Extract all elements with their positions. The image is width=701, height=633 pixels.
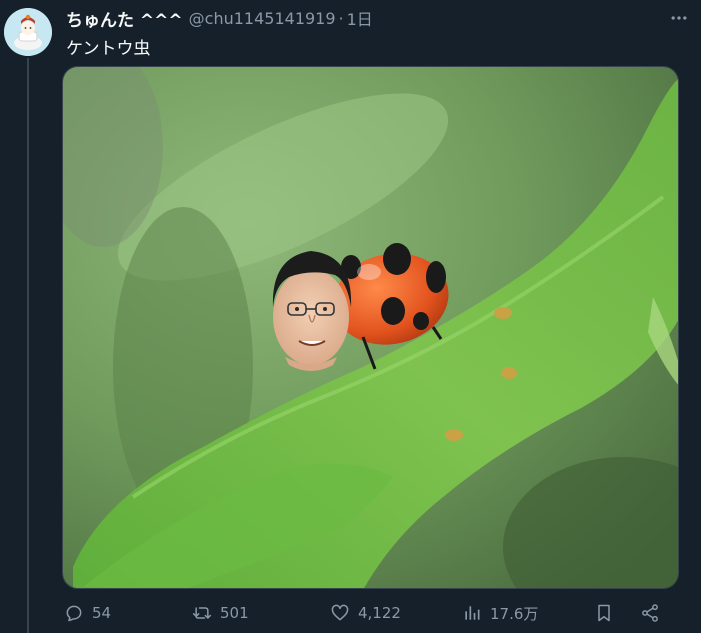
- avatar-image: [4, 8, 52, 56]
- tweet-header: ちゅんた ^^^ @chu1145141919 · 1日: [66, 6, 641, 31]
- reply-button[interactable]: 54: [64, 598, 111, 628]
- reply-icon: [66, 605, 82, 622]
- separator-dot: ·: [338, 8, 344, 28]
- reply-count: 54: [92, 604, 112, 622]
- photo-ladybug-leaf: [63, 67, 678, 588]
- bookmark-icon: [598, 604, 610, 622]
- action-bar: 54 501 4,122 17.6万: [62, 598, 681, 628]
- display-name[interactable]: ちゅんた ^^^: [66, 6, 183, 31]
- retweet-button[interactable]: 501: [192, 598, 249, 628]
- bookmark-button[interactable]: [594, 598, 614, 628]
- share-icon: [642, 604, 658, 622]
- heart-icon: [331, 604, 349, 621]
- tweet-text: ケントウ虫: [66, 39, 151, 59]
- thread-line: [27, 58, 29, 633]
- like-count: 4,122: [358, 604, 401, 622]
- share-button[interactable]: [640, 598, 660, 628]
- retweet-count: 501: [220, 604, 249, 622]
- views-chart-icon: [465, 606, 480, 620]
- timestamp[interactable]: 1日: [347, 6, 373, 30]
- retweet-icon: [192, 607, 212, 619]
- views-button[interactable]: 17.6万: [462, 598, 538, 628]
- like-button[interactable]: 4,122: [330, 598, 401, 628]
- avatar[interactable]: [4, 8, 52, 56]
- view-count: 17.6万: [490, 604, 539, 623]
- more-options-button[interactable]: [667, 8, 691, 28]
- user-handle[interactable]: @chu1145141919: [189, 9, 336, 28]
- more-icon: [671, 16, 687, 20]
- tweet-media[interactable]: [62, 66, 679, 589]
